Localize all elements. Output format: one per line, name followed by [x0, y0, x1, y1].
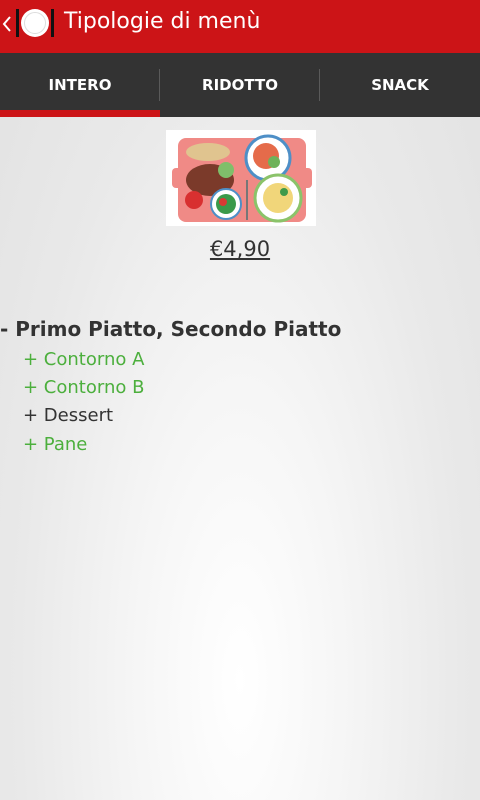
menu-price[interactable]: €4,90 [0, 237, 480, 261]
menu-item-pane: + Pane [23, 434, 88, 455]
selected-tab-indicator [0, 110, 160, 117]
tab-snack[interactable]: SNACK [320, 53, 480, 117]
tab-bar: INTERO RIDOTTO SNACK [0, 53, 480, 117]
plate-fork-icon[interactable] [14, 5, 56, 41]
tab-ridotto[interactable]: RIDOTTO [160, 53, 320, 117]
tab-label: RIDOTTO [202, 76, 278, 94]
course-heading: - Primo Piatto, Secondo Piatto [0, 317, 342, 341]
menu-item-dessert: + Dessert [23, 405, 114, 426]
action-bar: Tipologie di menù [0, 0, 480, 53]
tab-intero[interactable]: INTERO [0, 53, 160, 117]
menu-item-contorno-a: + Contorno A [23, 349, 145, 370]
tab-label: SNACK [371, 76, 429, 94]
tab-label: INTERO [48, 76, 112, 94]
menu-item-contorno-b: + Contorno B [23, 377, 145, 398]
meal-tray-image [166, 130, 316, 226]
page-title: Tipologie di menù [64, 9, 261, 34]
chevron-left-icon[interactable] [1, 13, 13, 35]
